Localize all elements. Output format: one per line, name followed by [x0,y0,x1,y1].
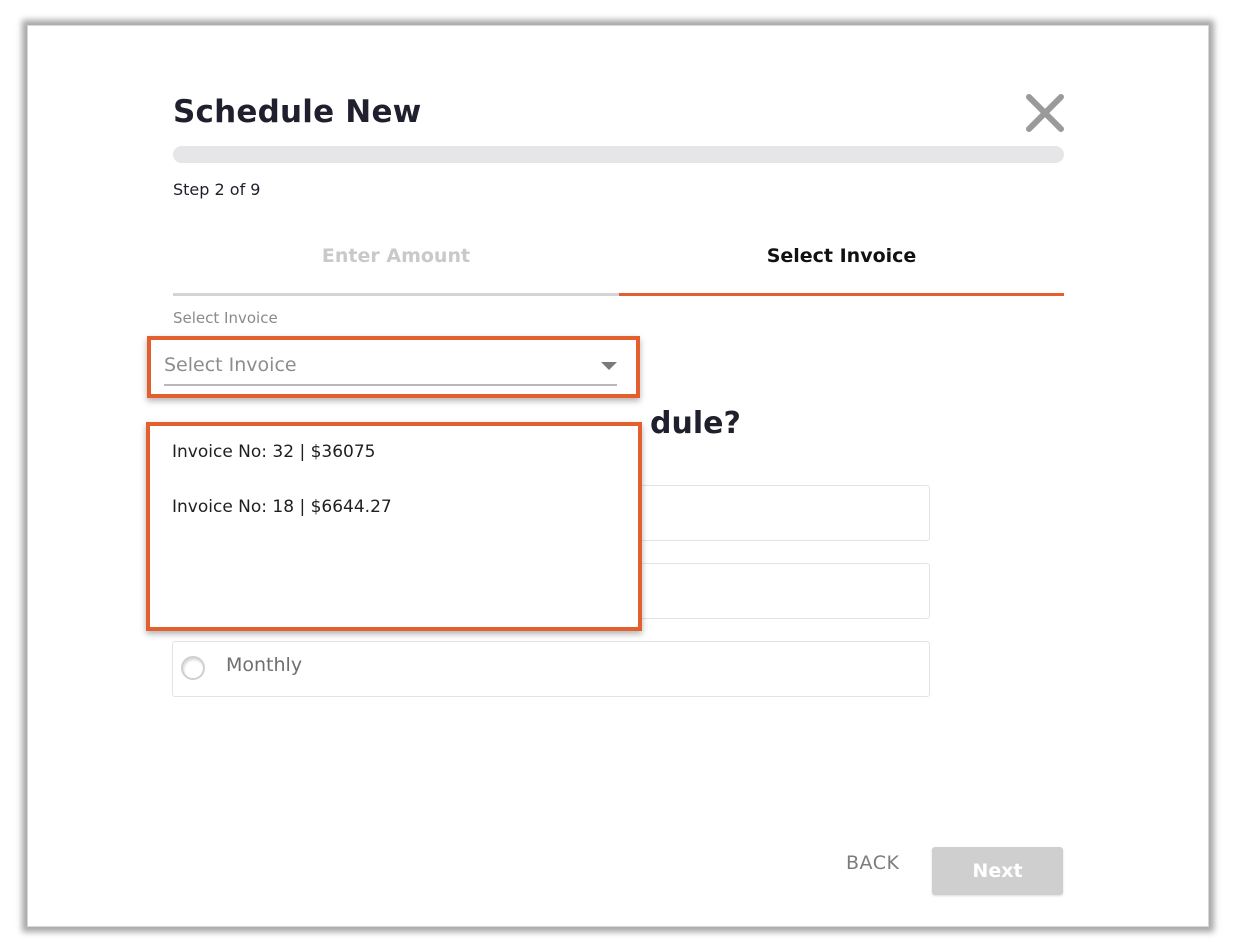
close-icon[interactable] [1024,92,1066,134]
invoice-select-placeholder: Select Invoice [164,354,297,376]
invoice-select-highlight: Select Invoice [147,336,640,398]
dropdown-option[interactable]: Invoice No: 18 | $6644.27 [172,497,392,517]
frequency-option-label: Monthly [226,654,303,676]
schedule-question-text: dule? [650,406,741,441]
dropdown-option[interactable]: Invoice No: 32 | $36075 [172,442,376,462]
invoice-dropdown-menu: Invoice No: 32 | $36075 Invoice No: 18 |… [146,422,642,631]
modal-dialog: Schedule New Step 2 of 9 Enter Amount Se… [28,26,1208,926]
frequency-option-monthly[interactable]: Monthly [172,641,930,697]
chevron-down-icon[interactable] [601,362,617,370]
progress-bar [173,146,1064,163]
invoice-select[interactable]: Select Invoice [164,352,617,386]
next-button[interactable]: Next [932,847,1063,895]
back-button[interactable]: BACK [846,852,899,874]
tab-select-invoice[interactable]: Select Invoice [619,238,1064,296]
radio-button[interactable] [181,656,205,680]
tab-enter-amount[interactable]: Enter Amount [173,238,619,296]
invoice-field-label: Select Invoice [173,309,278,327]
step-indicator: Step 2 of 9 [173,180,261,199]
modal-title: Schedule New [173,94,422,130]
